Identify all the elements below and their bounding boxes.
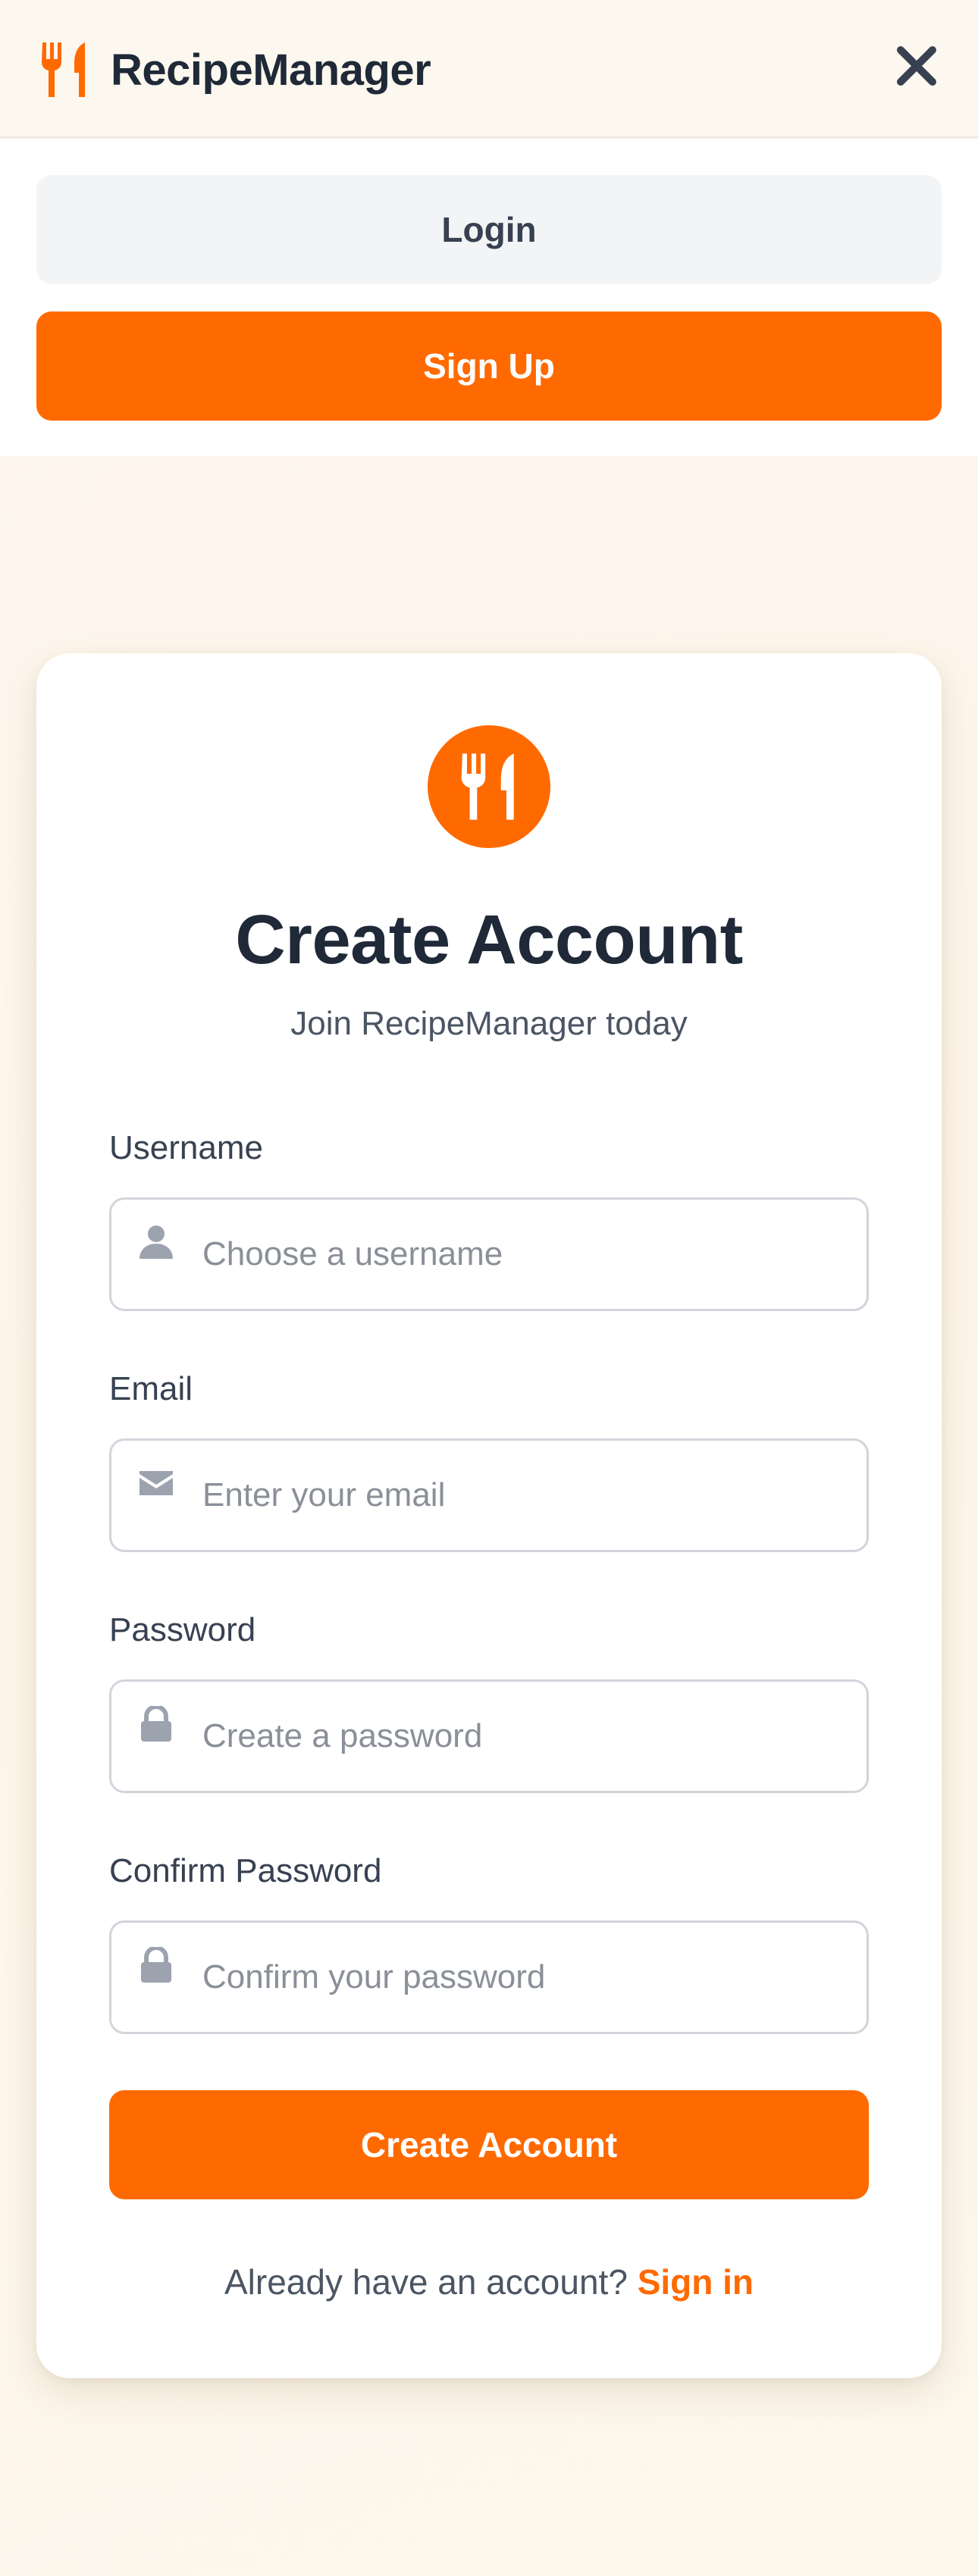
envelope-icon (139, 1471, 173, 1495)
username-input[interactable] (202, 1200, 851, 1309)
app-name: RecipeManager (111, 45, 431, 95)
confirm-password-field[interactable] (109, 1920, 869, 2034)
top-navbar: RecipeManager (0, 0, 978, 138)
email-field[interactable] (109, 1438, 869, 1552)
brand[interactable]: RecipeManager (41, 39, 431, 100)
username-label: Username (109, 1129, 263, 1166)
signin-prompt-text: Already have an account? (224, 2262, 638, 2302)
password-field[interactable] (109, 1679, 869, 1793)
password-label: Password (109, 1611, 256, 1648)
mobile-menu: Login Sign Up (0, 139, 978, 456)
utensils-icon (42, 42, 85, 97)
signup-card: Create Account Join RecipeManager today … (36, 653, 942, 2378)
logo-badge (428, 725, 550, 848)
signup-button[interactable]: Sign Up (36, 311, 942, 421)
signin-link[interactable]: Sign in (638, 2262, 754, 2302)
create-account-button[interactable]: Create Account (109, 2090, 869, 2199)
confirm-password-input[interactable] (202, 1923, 851, 2032)
username-field[interactable] (109, 1197, 869, 1311)
lock-icon (141, 1947, 171, 1983)
confirm-password-label: Confirm Password (109, 1852, 382, 1889)
page-title: Create Account (235, 901, 743, 978)
page-subtitle: Join RecipeManager today (290, 1005, 688, 1042)
utensils-icon (461, 753, 514, 820)
close-icon[interactable] (895, 44, 939, 88)
email-label: Email (109, 1370, 193, 1407)
email-input[interactable] (202, 1441, 851, 1550)
user-icon (139, 1225, 173, 1259)
password-input[interactable] (202, 1682, 851, 1791)
lock-icon (141, 1706, 171, 1742)
signin-prompt-line: Already have an account? Sign in (36, 2261, 942, 2302)
login-button[interactable]: Login (36, 175, 942, 284)
